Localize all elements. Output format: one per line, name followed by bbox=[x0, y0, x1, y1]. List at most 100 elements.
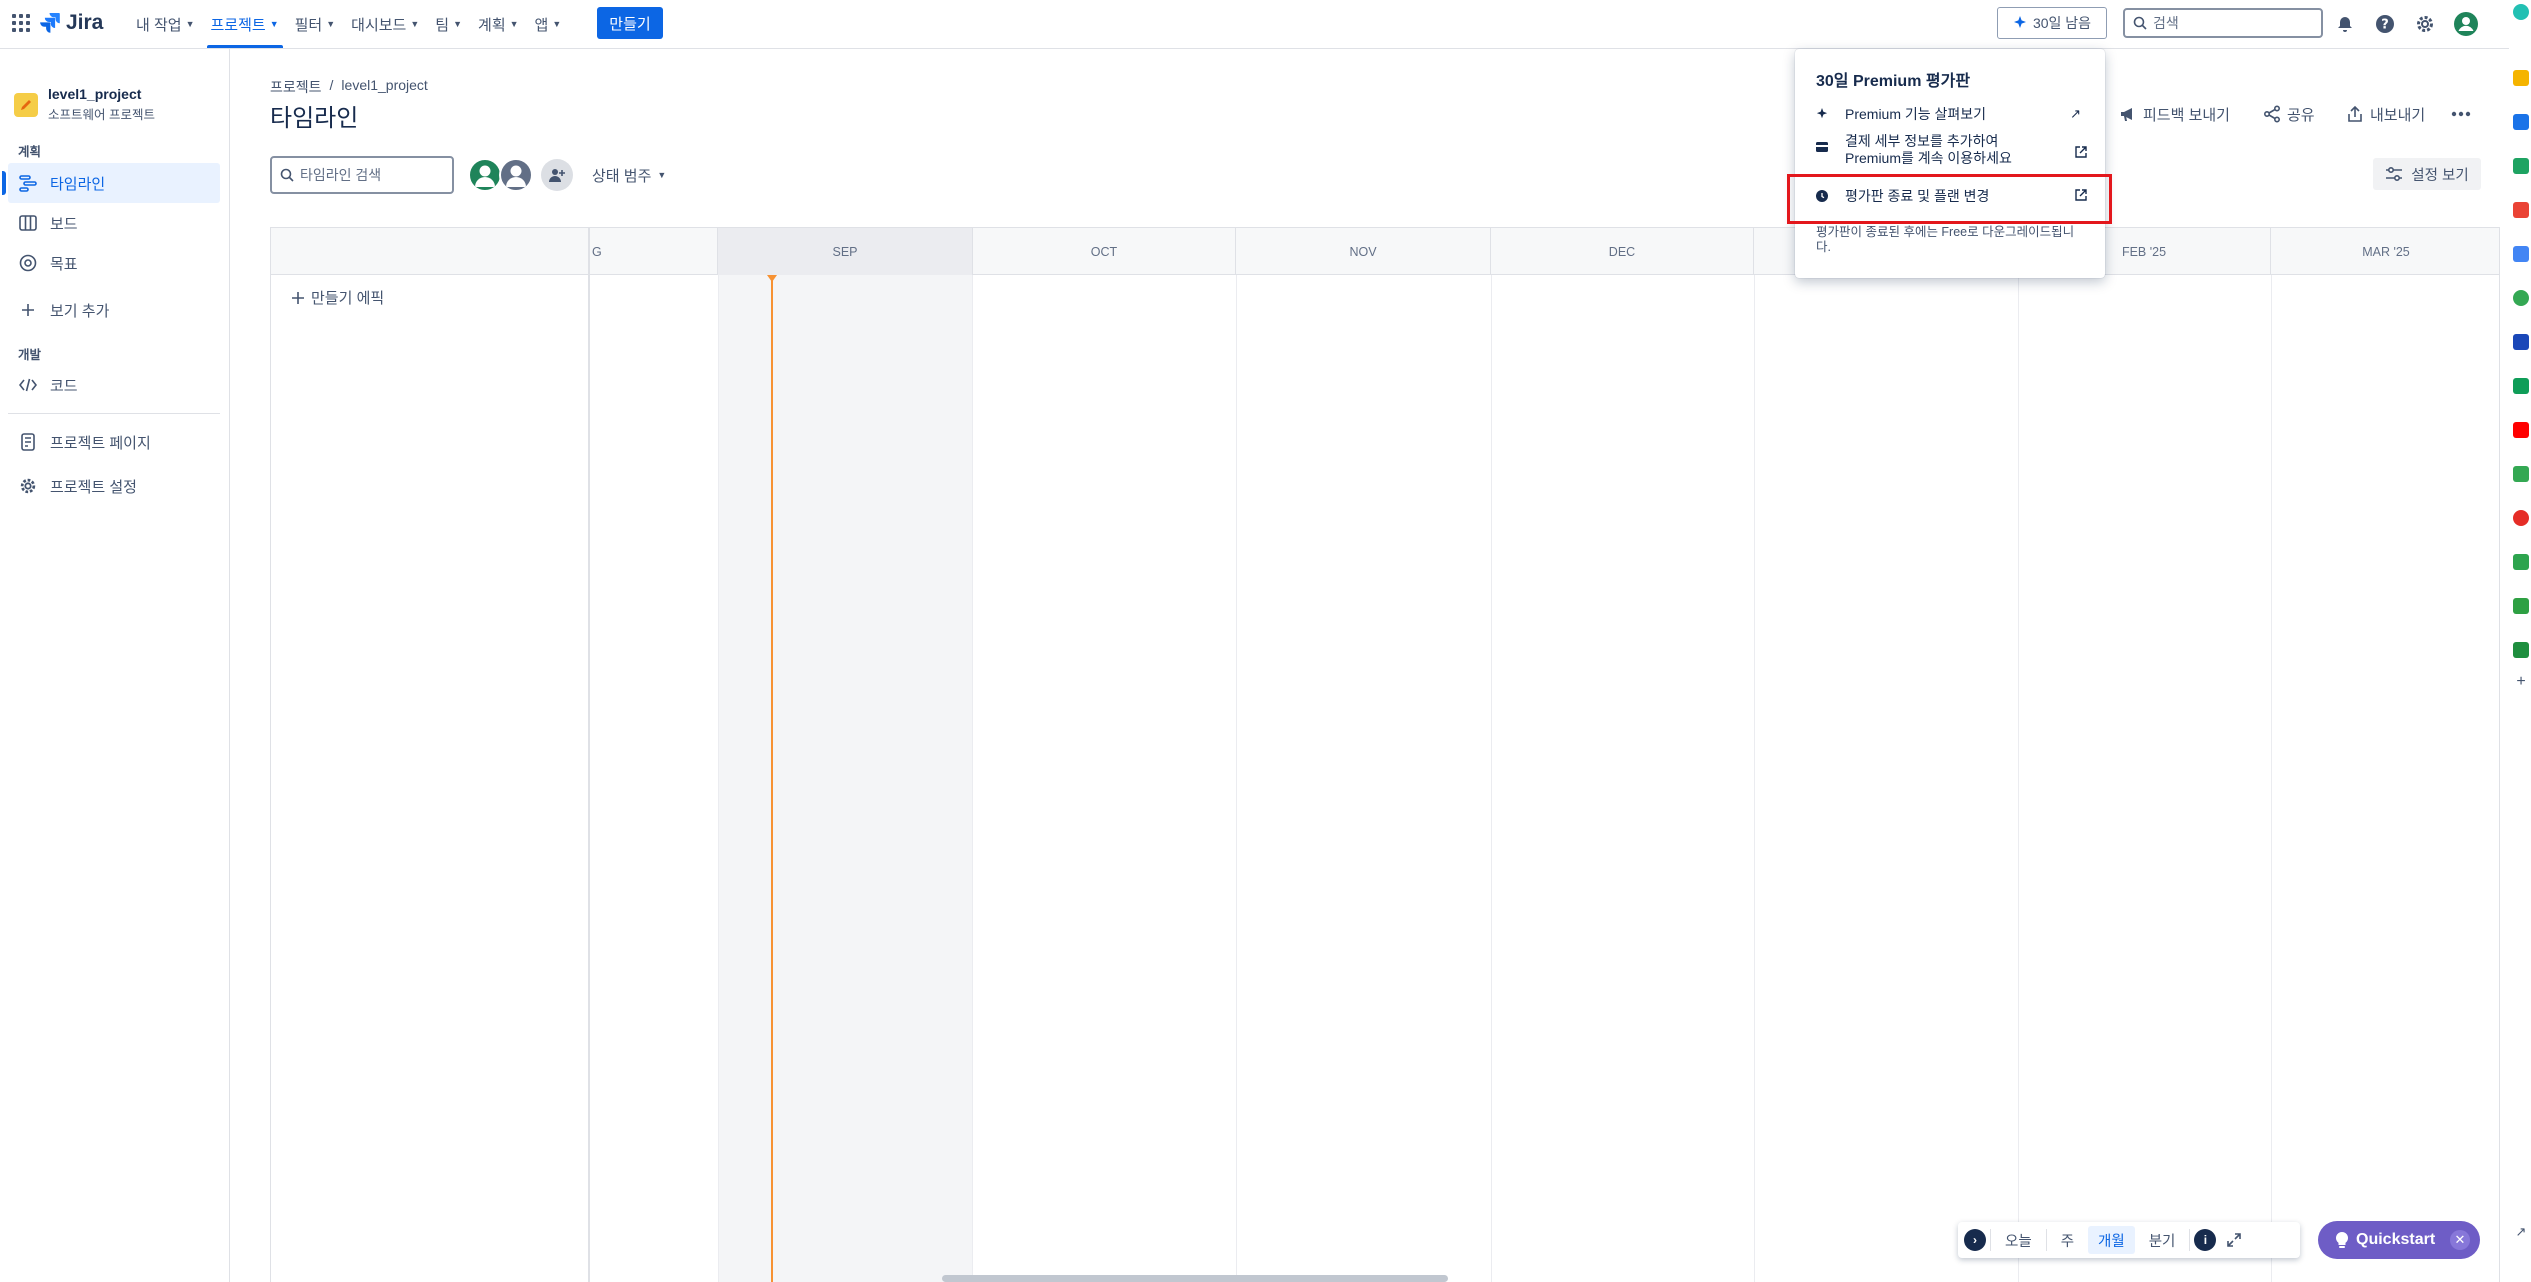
sidebar-item-board[interactable]: 보드 bbox=[8, 203, 220, 243]
month-oct: OCT bbox=[973, 228, 1236, 275]
create-epic-label: 만들기 에픽 bbox=[311, 290, 385, 307]
more-actions-button[interactable] bbox=[2451, 100, 2471, 128]
add-person-icon bbox=[549, 169, 565, 182]
nav-teams[interactable]: 팀 ▼ bbox=[427, 0, 470, 48]
extension-icon[interactable] bbox=[2513, 114, 2529, 130]
nav-dashboards[interactable]: 대시보드 ▼ bbox=[343, 0, 427, 48]
fullscreen-button[interactable] bbox=[2220, 1226, 2248, 1254]
top-navigation: Jira 내 작업 ▼ 프로젝트 ▼ 필터 ▼ 대시보드 ▼ 팀 ▼ 계획 ▼ 앱 ▼ 만들기… bbox=[0, 0, 2531, 49]
menu-item-label-line2: Premium를 계속 이용하세요 bbox=[1845, 150, 2012, 166]
export-button[interactable]: 내보내기 bbox=[2346, 100, 2425, 128]
epic-pane-divider[interactable] bbox=[588, 228, 590, 1282]
sidebar-item-label: 코드 bbox=[50, 377, 78, 395]
explore-premium-features-item[interactable]: Premium 기능 살펴보기 ↗ bbox=[1815, 101, 2087, 127]
extension-icon[interactable] bbox=[2513, 158, 2529, 174]
sidebar-item-project-pages[interactable]: 프로젝트 페이지 bbox=[8, 422, 220, 462]
chevron-down-icon: ▼ bbox=[410, 19, 420, 29]
maps-icon[interactable] bbox=[2513, 466, 2529, 482]
extension-icon[interactable] bbox=[2513, 334, 2529, 350]
extension-icon[interactable] bbox=[2513, 642, 2529, 658]
assignee-avatar[interactable] bbox=[499, 158, 533, 192]
help-icon[interactable]: ? bbox=[2373, 12, 2397, 36]
column-line bbox=[1754, 275, 1755, 1282]
extension-icon[interactable] bbox=[2513, 4, 2529, 20]
sidebar-item-add-view[interactable]: 보기 추가 bbox=[8, 290, 220, 330]
nav-your-work[interactable]: 내 작업 ▼ bbox=[128, 0, 203, 48]
status-category-filter[interactable]: 상태 범주 ▼ bbox=[592, 162, 666, 188]
notifications-bell-icon[interactable] bbox=[2333, 12, 2357, 36]
nav-projects[interactable]: 프로젝트 ▼ bbox=[203, 0, 287, 48]
breadcrumb-project[interactable]: level1_project bbox=[341, 77, 427, 97]
export-icon bbox=[2348, 105, 2362, 122]
nav-apps[interactable]: 앱 ▼ bbox=[527, 0, 570, 48]
sidebar-item-project-settings[interactable]: 프로젝트 설정 bbox=[8, 466, 220, 506]
trial-days-button[interactable]: 30일 남음 bbox=[1997, 7, 2107, 39]
view-settings-button[interactable]: 설정 보기 bbox=[2373, 158, 2481, 190]
feedback-button[interactable]: 피드백 보내기 bbox=[2119, 100, 2230, 128]
calendar-icon[interactable] bbox=[2513, 246, 2529, 262]
sidebar-item-label: 목표 bbox=[50, 255, 78, 273]
create-button[interactable]: 만들기 bbox=[597, 7, 663, 39]
plus-icon[interactable]: + bbox=[2513, 674, 2529, 690]
nav-label: 계획 bbox=[478, 16, 506, 34]
chevron-down-icon: ▼ bbox=[269, 19, 279, 29]
section-label-dev: 개발 bbox=[18, 348, 42, 362]
column-line bbox=[2018, 275, 2019, 1282]
close-icon[interactable]: ✕ bbox=[2450, 1230, 2470, 1250]
sidebar-item-timeline[interactable]: 타임라인 bbox=[2, 163, 220, 203]
create-epic-button[interactable]: 만들기 에픽 bbox=[291, 287, 384, 308]
month-dec: DEC bbox=[1491, 228, 1754, 275]
trial-days-label: 30일 남음 bbox=[2032, 15, 2092, 31]
sidebar-item-goals[interactable]: 목표 bbox=[8, 243, 220, 283]
global-search-input[interactable]: 검색 bbox=[2123, 8, 2323, 38]
user-avatar-icon[interactable] bbox=[2454, 12, 2478, 36]
nav-plans[interactable]: 계획 ▼ bbox=[470, 0, 527, 48]
extension-icon[interactable] bbox=[2513, 598, 2529, 614]
sparkle-icon bbox=[1815, 108, 1829, 120]
chevron-down-icon: ▼ bbox=[509, 19, 519, 29]
add-people-button[interactable] bbox=[541, 159, 573, 191]
nav-label: 앱 bbox=[534, 16, 549, 34]
board-icon bbox=[18, 213, 38, 233]
chevron-right-icon[interactable]: › bbox=[1964, 1229, 1986, 1251]
extension-icon[interactable] bbox=[2513, 290, 2529, 306]
settings-gear-icon[interactable] bbox=[2413, 12, 2437, 36]
quickstart-button[interactable]: Quickstart ✕ bbox=[2318, 1221, 2480, 1259]
add-payment-details-item[interactable]: 결제 세부 정보를 추가하여 Premium를 계속 이용하세요 bbox=[1815, 133, 2087, 173]
app-name: Jira bbox=[66, 11, 104, 34]
extension-icon[interactable] bbox=[2513, 510, 2529, 526]
extension-icon[interactable] bbox=[2513, 554, 2529, 570]
sidebar-item-code[interactable]: 코드 bbox=[8, 365, 220, 405]
drive-icon[interactable] bbox=[2513, 378, 2529, 394]
app-switcher-icon[interactable] bbox=[12, 14, 30, 32]
zoom-week-button[interactable]: 주 bbox=[2051, 1226, 2084, 1254]
megaphone-icon bbox=[2121, 108, 2132, 121]
extension-icon[interactable] bbox=[2513, 202, 2529, 218]
sparkle-icon bbox=[2013, 16, 2026, 28]
youtube-icon[interactable] bbox=[2513, 422, 2529, 438]
horizontal-scrollbar[interactable] bbox=[942, 1275, 1448, 1282]
code-icon bbox=[18, 375, 38, 395]
timeline-month-header: G SEP OCT NOV DEC FEB '25 MAR '25 bbox=[271, 228, 2499, 275]
share-button[interactable]: 공유 bbox=[2263, 100, 2315, 128]
page-title: 타임라인 bbox=[270, 105, 359, 132]
jira-logo[interactable]: Jira bbox=[40, 10, 103, 36]
project-header[interactable]: level1_project 소프트웨어 프로젝트 bbox=[14, 86, 155, 123]
column-line bbox=[1491, 275, 1492, 1282]
zoom-today-button[interactable]: 오늘 bbox=[1995, 1226, 2042, 1254]
zoom-month-button[interactable]: 개월 bbox=[2088, 1226, 2135, 1254]
timeline-search-input[interactable]: 타임라인 검색 bbox=[270, 156, 454, 194]
credit-card-icon bbox=[1815, 142, 1829, 152]
info-icon[interactable]: i bbox=[2194, 1229, 2217, 1251]
zoom-quarter-button[interactable]: 분기 bbox=[2139, 1226, 2186, 1254]
assignee-avatar[interactable] bbox=[468, 158, 502, 192]
month-aug: G bbox=[590, 228, 718, 275]
nav-filters[interactable]: 필터 ▼ bbox=[287, 0, 344, 48]
view-settings-label: 설정 보기 bbox=[2411, 167, 2469, 184]
breadcrumb-projects[interactable]: 프로젝트 bbox=[270, 77, 322, 97]
external-link-icon bbox=[2075, 145, 2087, 161]
external-link-icon[interactable]: ↗ bbox=[2513, 1224, 2529, 1240]
bookmark-icon[interactable] bbox=[2513, 70, 2529, 86]
feedback-label: 피드백 보내기 bbox=[2143, 106, 2230, 124]
chevron-down-icon: ▼ bbox=[453, 19, 463, 29]
